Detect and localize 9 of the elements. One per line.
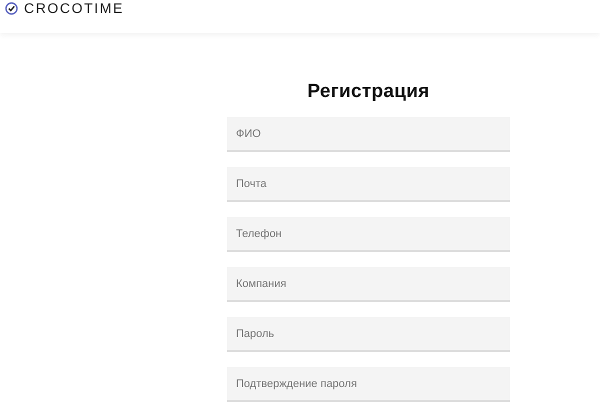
logo-text: CROCOTIME (24, 1, 124, 15)
check-circle-icon (5, 2, 18, 15)
input-field[interactable]: Пароль (227, 317, 510, 352)
input-field[interactable]: Подтверждение пароля (227, 367, 510, 402)
form-title: Регистрация (306, 81, 431, 103)
input-field[interactable]: ФИО (227, 117, 510, 152)
input-field[interactable]: Компания (227, 267, 510, 302)
input-field[interactable]: Телефон (227, 217, 510, 252)
input-field[interactable]: Почта (227, 167, 510, 202)
